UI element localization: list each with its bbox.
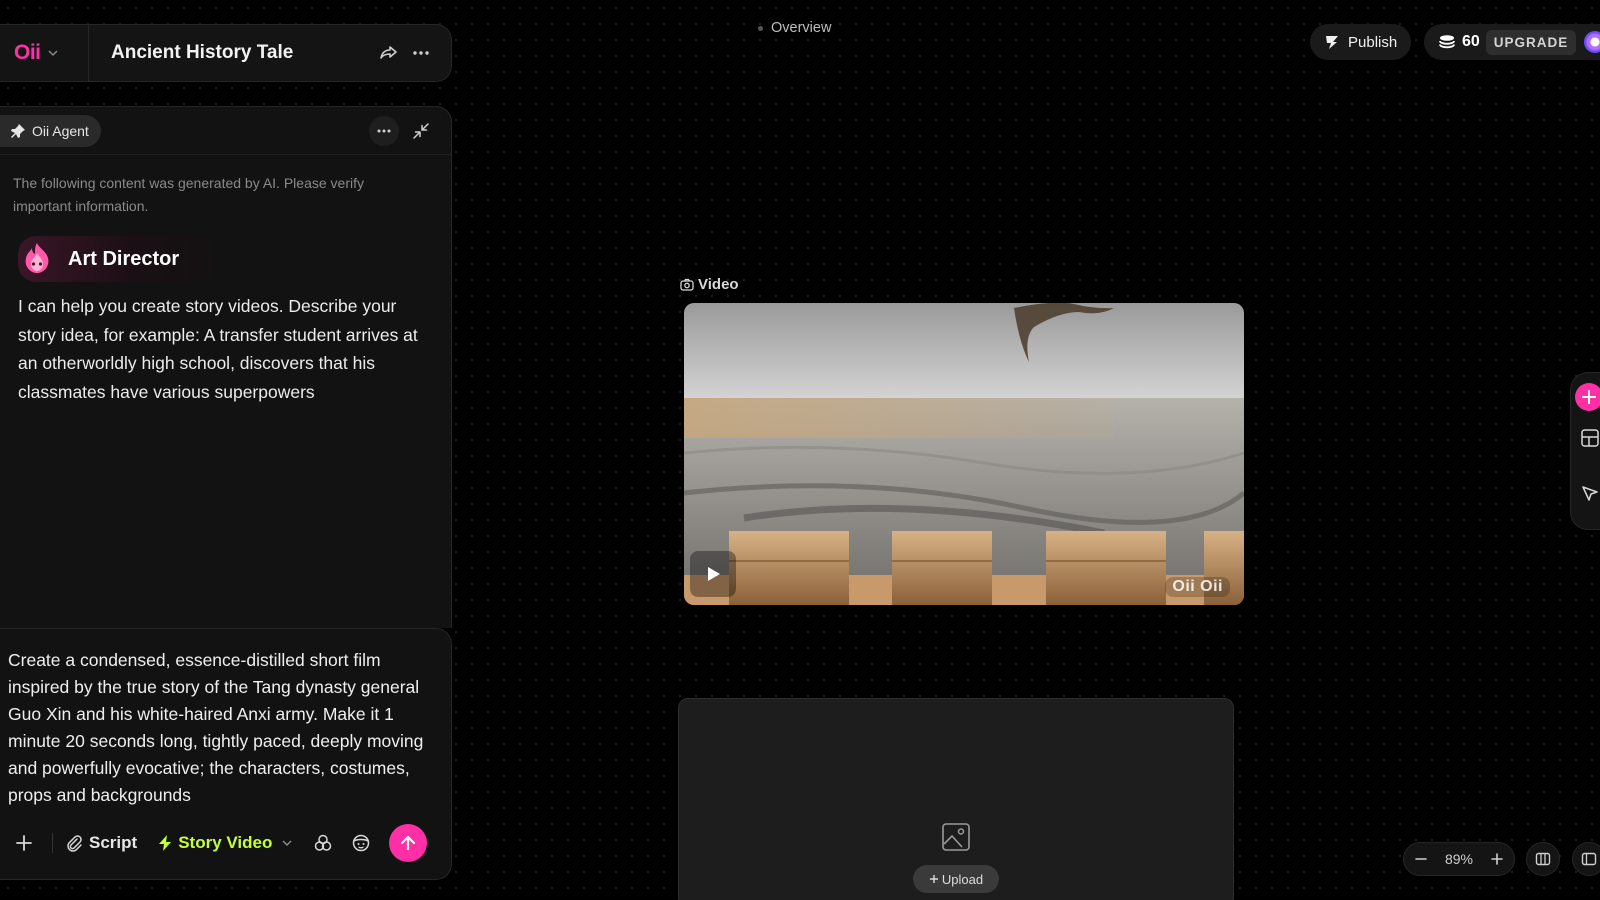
image-placeholder-icon	[941, 822, 971, 852]
image-upload-card[interactable]: Upload	[678, 698, 1234, 900]
flame-mascot-icon	[18, 240, 56, 278]
zoom-out-icon[interactable]	[1414, 852, 1428, 866]
add-attachment-icon[interactable]	[10, 829, 38, 857]
ai-disclaimer: The following content was generated by A…	[13, 175, 364, 214]
upgrade-button[interactable]: UPGRADE	[1485, 29, 1577, 55]
publish-icon	[1324, 34, 1340, 50]
send-button[interactable]	[389, 824, 428, 862]
agent-more-icon[interactable]	[369, 115, 399, 146]
collapse-icon[interactable]	[405, 115, 437, 147]
video-label-text: Video	[698, 276, 739, 293]
desert-scene-image	[684, 303, 1244, 605]
zoom-in-icon[interactable]	[1490, 852, 1504, 866]
agent-message: I can help you create story videos. Desc…	[18, 296, 418, 402]
chevron-down-icon	[281, 837, 293, 849]
more-options-icon[interactable]	[405, 37, 437, 69]
app-logo: Oii	[14, 41, 41, 64]
divider	[52, 833, 53, 853]
overview-label[interactable]: Overview	[758, 20, 831, 36]
chevron-down-icon	[47, 47, 59, 59]
lightning-icon	[157, 834, 173, 852]
style-circles-icon[interactable]	[309, 829, 337, 857]
play-button[interactable]	[690, 551, 736, 597]
upload-button[interactable]: Upload	[913, 865, 999, 893]
overview-text: Overview	[771, 20, 832, 36]
prompt-input[interactable]: Create a condensed, essence-distilled sh…	[0, 629, 451, 809]
composer-toolbar: Script Story Video	[0, 823, 451, 863]
persona-name: Art Director	[68, 247, 180, 270]
character-face-icon[interactable]	[347, 829, 375, 857]
overview-dot	[758, 25, 763, 31]
agent-panel: Oii Agent The following content was gene…	[0, 106, 452, 628]
video-preview[interactable]: Oii Oii	[684, 303, 1244, 605]
credits-value: 60	[1462, 33, 1480, 50]
credits-stack-icon	[1438, 34, 1456, 50]
script-label: Script	[89, 833, 138, 852]
share-icon[interactable]	[373, 37, 405, 69]
agent-selector[interactable]: Oii Agent	[0, 114, 101, 147]
agent-panel-header: Oii Agent	[0, 107, 451, 155]
project-header: Oii Ancient History Tale	[0, 24, 452, 82]
divider	[88, 24, 89, 82]
minimap-icon[interactable]	[1526, 842, 1560, 876]
paperclip-icon	[65, 834, 83, 852]
cursor-select-icon[interactable]	[1577, 481, 1600, 507]
publish-button[interactable]: Publish	[1310, 24, 1412, 60]
sparkle-pin-icon	[10, 123, 26, 139]
project-title[interactable]: Ancient History Tale	[111, 42, 373, 64]
mode-label: Story Video	[178, 833, 273, 852]
zoom-level[interactable]: 89%	[1445, 851, 1473, 867]
tool-rail	[1570, 372, 1600, 530]
panel-toggle-icon[interactable]	[1572, 842, 1600, 876]
upload-label: Upload	[941, 871, 984, 887]
agent-name: Oii Agent	[32, 122, 89, 139]
layout-grid-icon[interactable]	[1577, 425, 1600, 451]
video-node-label[interactable]: Video	[680, 276, 739, 293]
camera-icon	[680, 278, 694, 292]
mode-selector[interactable]: Story Video	[157, 833, 293, 853]
credits-area: 60 UPGRADE	[1424, 24, 1600, 60]
prompt-composer: Create a condensed, essence-distilled sh…	[0, 628, 452, 880]
persona-header: Art Director	[18, 236, 228, 282]
logo-menu[interactable]: Oii	[0, 41, 88, 65]
plus-icon	[929, 874, 939, 884]
script-button[interactable]: Script	[65, 833, 137, 853]
publish-label: Publish	[1348, 33, 1398, 51]
video-watermark: Oii Oii	[1165, 577, 1230, 597]
add-node-button[interactable]	[1575, 383, 1600, 411]
zoom-control: 89%	[1403, 842, 1515, 876]
avatar[interactable]	[1584, 31, 1600, 53]
